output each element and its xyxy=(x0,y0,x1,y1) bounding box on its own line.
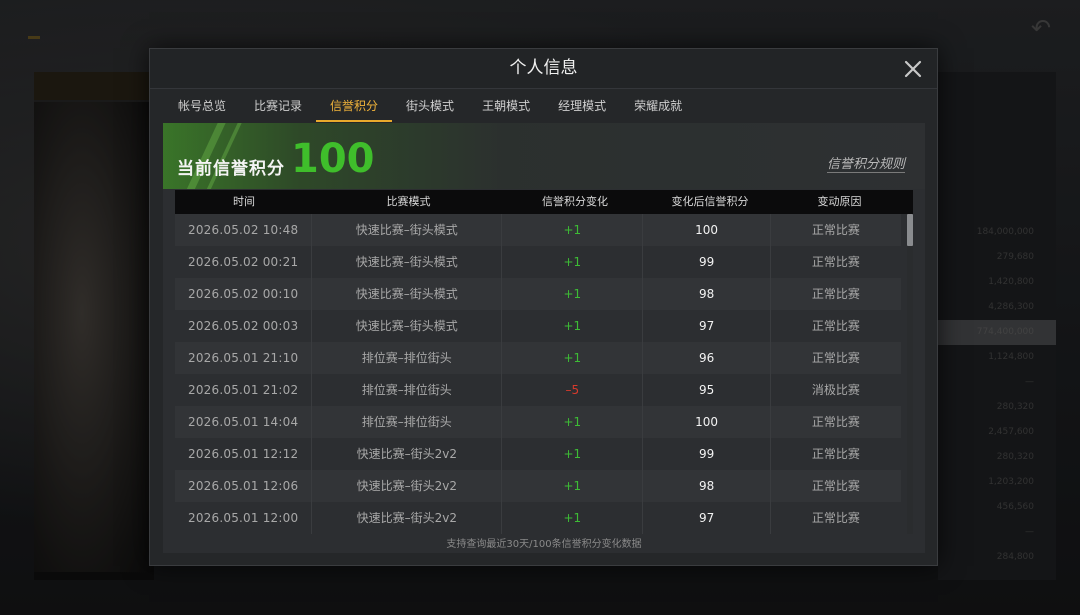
table-row: 2026.05.02 10:48 快速比赛–街头模式 +1 100 正常比赛 xyxy=(175,214,901,246)
table-body: 2026.05.02 10:48 快速比赛–街头模式 +1 100 正常比赛 2026.0… xyxy=(175,214,901,534)
cell-mode: 快速比赛–街头模式 xyxy=(312,246,503,278)
table-row: 2026.05.01 12:12 快速比赛–街头2v2 +1 99 正常比赛 xyxy=(175,438,901,470)
header-mode: 比赛模式 xyxy=(386,195,431,208)
cell-after: 99 xyxy=(643,246,771,278)
cell-after: 96 xyxy=(643,342,771,374)
header-after: 变化后信誉积分 xyxy=(671,195,749,208)
tab-match-history[interactable]: 比赛记录 xyxy=(240,93,316,121)
cell-mode: 快速比赛–街头2v2 xyxy=(312,438,503,470)
tab-bar: 帐号总览 比赛记录 信誉积分 街头模式 王朝模式 经理模式 荣耀成就 xyxy=(164,93,696,122)
cell-time: 2026.05.01 12:00 xyxy=(175,502,313,534)
cell-change: +1 xyxy=(502,438,644,470)
cell-after: 100 xyxy=(643,406,771,438)
tab-street-mode[interactable]: 街头模式 xyxy=(392,93,468,121)
cell-time: 2026.05.02 00:10 xyxy=(175,278,313,310)
cell-mode: 快速比赛–街头2v2 xyxy=(312,470,503,502)
cell-time: 2026.05.02 00:21 xyxy=(175,246,313,278)
cell-mode: 快速比赛–街头模式 xyxy=(312,310,503,342)
personal-info-dialog: 个人信息 帐号总览 比赛记录 信誉积分 街头模式 王朝模式 经理模式 荣耀成就 … xyxy=(149,48,938,566)
table-row: 2026.05.01 12:06 快速比赛–街头2v2 +1 98 正常比赛 xyxy=(175,470,901,502)
cell-time: 2026.05.01 21:10 xyxy=(175,342,313,374)
header-change: 信誉积分变化 xyxy=(542,195,608,208)
cell-mode: 排位赛–排位街头 xyxy=(312,406,503,438)
cell-reason: 正常比赛 xyxy=(811,223,860,237)
table-row: 2026.05.02 00:21 快速比赛–街头模式 +1 99 正常比赛 xyxy=(175,246,901,278)
dialog-title: 个人信息 xyxy=(509,58,578,78)
cell-after: 97 xyxy=(643,502,771,534)
dialog-header: 个人信息 xyxy=(150,49,937,89)
cell-after: 97 xyxy=(643,310,771,342)
cell-after: 100 xyxy=(643,214,771,246)
cell-reason: 正常比赛 xyxy=(811,287,860,301)
cell-after: 99 xyxy=(643,438,771,470)
cell-change: +1 xyxy=(502,342,644,374)
cell-after: 98 xyxy=(643,278,771,310)
scrollbar-thumb[interactable] xyxy=(907,214,913,246)
tab-honor-achievements[interactable]: 荣耀成就 xyxy=(620,93,696,121)
cell-time: 2026.05.02 10:48 xyxy=(175,214,313,246)
table-row: 2026.05.01 14:04 排位赛–排位街头 +1 100 正常比赛 xyxy=(175,406,901,438)
table-header: 时间 比赛模式 信誉积分变化 变化后信誉积分 变动原因 xyxy=(175,190,913,214)
table-row: 2026.05.01 12:00 快速比赛–街头2v2 +1 97 正常比赛 xyxy=(175,502,901,534)
cell-reason: 正常比赛 xyxy=(811,415,860,429)
header-reason: 变动原因 xyxy=(817,195,862,208)
cell-change: –5 xyxy=(502,374,644,406)
cell-mode: 快速比赛–街头模式 xyxy=(312,278,503,310)
current-score-value: 100 xyxy=(291,136,375,182)
query-range-note: 支持查询最近30天/100条信誉积分变化数据 xyxy=(446,539,642,550)
cell-time: 2026.05.01 21:02 xyxy=(175,374,313,406)
cell-reason: 正常比赛 xyxy=(811,511,860,525)
score-history-table: 时间 比赛模式 信誉积分变化 变化后信誉积分 变动原因 2026.05.02 1… xyxy=(175,190,913,534)
cell-reason: 正常比赛 xyxy=(811,479,860,493)
cell-reason: 正常比赛 xyxy=(811,319,860,333)
cell-after: 98 xyxy=(643,470,771,502)
cell-change: +1 xyxy=(502,470,644,502)
table-row: 2026.05.02 00:03 快速比赛–街头模式 +1 97 正常比赛 xyxy=(175,310,901,342)
table-row: 2026.05.01 21:10 排位赛–排位街头 +1 96 正常比赛 xyxy=(175,342,901,374)
cell-time: 2026.05.02 00:03 xyxy=(175,310,313,342)
cell-change: +1 xyxy=(502,246,644,278)
header-time: 时间 xyxy=(233,195,255,208)
cell-time: 2026.05.01 12:06 xyxy=(175,470,313,502)
cell-reason: 消极比赛 xyxy=(811,383,860,397)
table-row: 2026.05.01 21:02 排位赛–排位街头 –5 95 消极比赛 xyxy=(175,374,901,406)
score-rules-link[interactable]: 信誉积分规则 xyxy=(826,153,905,173)
cell-change: +1 xyxy=(502,310,644,342)
close-button[interactable] xyxy=(901,57,925,81)
cell-reason: 正常比赛 xyxy=(811,447,860,461)
cell-change: +1 xyxy=(502,406,644,438)
tab-dynasty-mode[interactable]: 王朝模式 xyxy=(468,93,544,121)
tab-account-overview[interactable]: 帐号总览 xyxy=(164,93,240,121)
credit-score-banner: 当前信誉积分 100 信誉积分规则 xyxy=(163,123,925,189)
cell-mode: 排位赛–排位街头 xyxy=(312,342,503,374)
tab-manager-mode[interactable]: 经理模式 xyxy=(544,93,620,121)
tab-credit-score[interactable]: 信誉积分 xyxy=(316,93,393,122)
cell-after: 95 xyxy=(643,374,771,406)
credit-score-panel: 当前信誉积分 100 信誉积分规则 时间 比赛模式 信誉积分变化 变化后信誉积分… xyxy=(163,123,925,553)
cell-time: 2026.05.01 12:12 xyxy=(175,438,313,470)
current-score-label: 当前信誉积分 xyxy=(177,159,285,179)
cell-change: +1 xyxy=(502,214,644,246)
close-icon xyxy=(904,60,922,78)
cell-mode: 快速比赛–街头2v2 xyxy=(312,502,503,534)
cell-reason: 正常比赛 xyxy=(811,255,860,269)
cell-time: 2026.05.01 14:04 xyxy=(175,406,313,438)
table-row: 2026.05.02 00:10 快速比赛–街头模式 +1 98 正常比赛 xyxy=(175,278,901,310)
table-scrollbar[interactable] xyxy=(907,214,913,534)
cell-mode: 快速比赛–街头模式 xyxy=(312,214,503,246)
cell-reason: 正常比赛 xyxy=(811,351,860,365)
cell-change: +1 xyxy=(502,502,644,534)
cell-change: +1 xyxy=(502,278,644,310)
cell-mode: 排位赛–排位街头 xyxy=(312,374,503,406)
